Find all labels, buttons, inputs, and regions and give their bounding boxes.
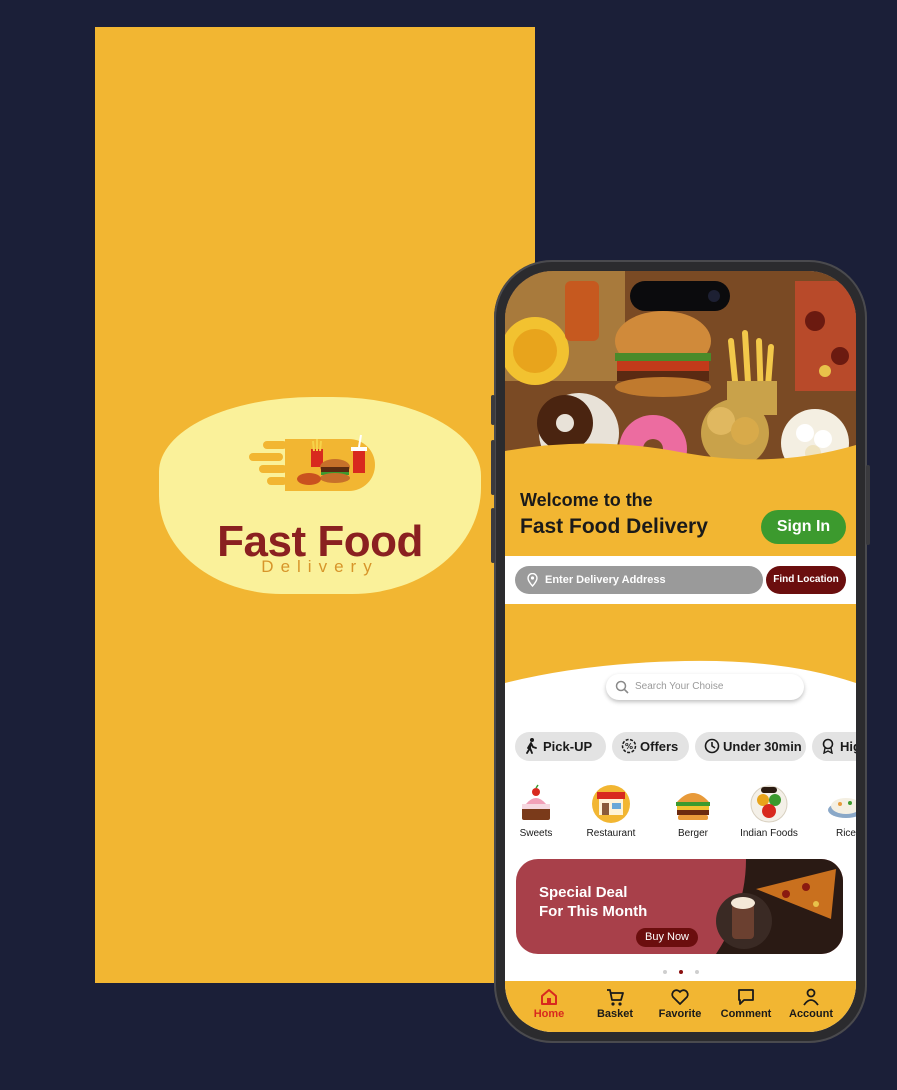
- category-label: Berger: [677, 828, 708, 839]
- category-label: Sweets: [519, 828, 553, 839]
- svg-text:%: %: [625, 742, 633, 751]
- rice-icon: [828, 798, 856, 818]
- app-name-text: Fast Food Delivery: [520, 515, 708, 538]
- category-label: Indian Foods: [740, 828, 798, 839]
- address-bar: Enter Delivery Address Find Location: [505, 556, 856, 604]
- logo-subtitle: Delivery: [261, 557, 379, 576]
- chip-label: Pick-UP: [543, 739, 593, 754]
- fast-food-logo-icon: [249, 434, 375, 491]
- carousel-dot-active[interactable]: [679, 970, 683, 974]
- walking-icon: [526, 738, 537, 754]
- find-location-button[interactable]: Find Location: [766, 566, 846, 594]
- nav-label: Comment: [720, 1008, 772, 1020]
- category-burger[interactable]: Berger: [657, 776, 729, 840]
- deal-title: Special Deal: [539, 884, 628, 901]
- deal-subtitle: For This Month: [539, 903, 648, 920]
- phone-button: [491, 395, 495, 425]
- category-label: Restaurant: [586, 828, 636, 839]
- wave-divider: [505, 443, 856, 463]
- burger-icon: [676, 793, 710, 820]
- medal-icon: [822, 738, 834, 754]
- carousel-dot[interactable]: [663, 970, 667, 974]
- search-input[interactable]: Search Your Choise: [606, 674, 804, 700]
- home-screen: Welcome to the Fast Food Delivery Sign I…: [505, 271, 856, 1032]
- welcome-text: Welcome to the: [520, 490, 653, 510]
- cart-icon: [607, 989, 624, 1006]
- dynamic-island: [630, 281, 730, 311]
- phone-mockup: Welcome to the Fast Food Delivery Sign I…: [491, 260, 870, 1043]
- category-sweets[interactable]: Sweets: [505, 776, 572, 840]
- nav-label: Home: [533, 1008, 565, 1020]
- nav-label: Account: [789, 1008, 833, 1020]
- cake-icon: [522, 784, 550, 820]
- category-rice[interactable]: Rice: [810, 776, 856, 840]
- chip-label: High: [840, 739, 856, 754]
- chip-offers[interactable]: % Offers: [612, 732, 689, 761]
- phone-button: [491, 508, 495, 563]
- splash-screen: Fast Food Delivery: [95, 27, 535, 983]
- phone-button: [866, 465, 870, 545]
- nav-label: Favorite: [658, 1008, 702, 1020]
- welcome-section: Welcome to the Fast Food Delivery Sign I…: [505, 443, 856, 556]
- indian-food-icon: [750, 785, 788, 823]
- chip-under-30[interactable]: Under 30min: [695, 732, 806, 761]
- nav-home[interactable]: Home: [519, 987, 579, 1020]
- chip-high[interactable]: High: [812, 732, 856, 761]
- nav-label: Basket: [596, 1008, 634, 1020]
- chip-label: Under 30min: [723, 739, 802, 754]
- heart-icon: [671, 989, 689, 1005]
- category-indian-foods[interactable]: Indian Foods: [733, 776, 805, 840]
- address-placeholder: Enter Delivery Address: [545, 574, 666, 586]
- percent-badge-icon: %: [621, 738, 637, 754]
- bottom-navigation: Home Basket Favorite Comment Account: [505, 981, 856, 1032]
- delivery-address-input[interactable]: Enter Delivery Address: [515, 566, 763, 594]
- comment-icon: [738, 989, 754, 1005]
- category-label: Rice: [835, 828, 856, 839]
- nav-comment[interactable]: Comment: [716, 987, 776, 1020]
- restaurant-icon: [592, 785, 630, 823]
- sign-in-button[interactable]: Sign In: [761, 510, 846, 544]
- phone-button: [491, 440, 495, 495]
- category-restaurant[interactable]: Restaurant: [575, 776, 647, 840]
- user-icon: [803, 988, 819, 1006]
- nav-favorite[interactable]: Favorite: [650, 987, 710, 1020]
- buy-now-button[interactable]: Buy Now: [636, 928, 698, 947]
- nav-basket[interactable]: Basket: [585, 987, 645, 1020]
- search-icon: [615, 680, 629, 694]
- carousel-dot[interactable]: [695, 970, 699, 974]
- nav-account[interactable]: Account: [781, 987, 841, 1020]
- app-logo: Fast Food Delivery: [159, 397, 481, 594]
- chip-label: Offers: [640, 739, 679, 754]
- deal-food-image: [716, 859, 843, 954]
- clock-icon: [704, 738, 720, 754]
- search-placeholder: Search Your Choise: [635, 681, 724, 692]
- location-pin-icon: [527, 573, 538, 587]
- chip-pickup[interactable]: Pick-UP: [515, 732, 606, 761]
- category-list: Sweets Restaurant Berger Indian Foods Ri…: [505, 776, 856, 856]
- carousel-indicator: [657, 961, 705, 979]
- special-deal-banner[interactable]: Special Deal For This Month Buy Now: [516, 859, 843, 954]
- home-icon: [541, 989, 557, 1005]
